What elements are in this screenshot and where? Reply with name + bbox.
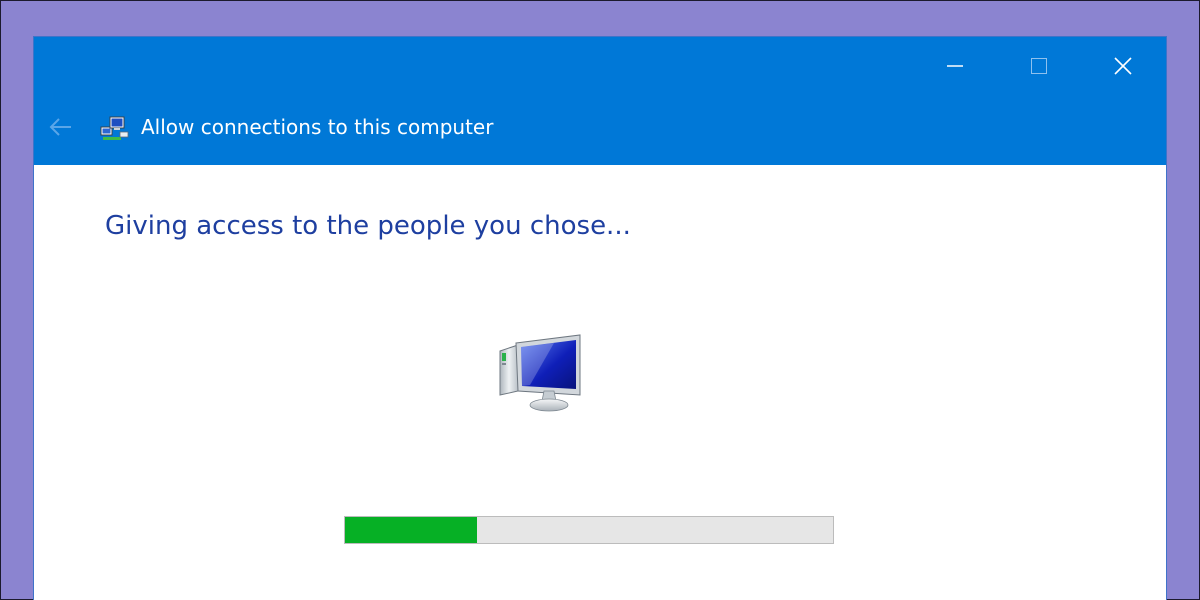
- back-arrow-icon: [49, 118, 71, 136]
- progress-bar: [344, 516, 834, 544]
- minimize-button[interactable]: [913, 37, 997, 95]
- close-button[interactable]: [1081, 37, 1165, 95]
- network-computers-icon: [100, 116, 129, 140]
- content-area: Giving access to the people you chose...: [34, 165, 1166, 600]
- dialog-window: Allow connections to this computer Givin…: [34, 37, 1166, 600]
- minimize-icon: [947, 65, 963, 67]
- title-bar: Allow connections to this computer: [34, 37, 1166, 165]
- maximize-button[interactable]: [997, 37, 1081, 95]
- progress-fill: [345, 517, 477, 543]
- computer-icon: [499, 334, 581, 412]
- close-icon: [1114, 57, 1132, 75]
- page-heading: Giving access to the people you chose...: [105, 211, 631, 241]
- maximize-icon: [1031, 58, 1047, 74]
- window-title: Allow connections to this computer: [141, 115, 494, 139]
- back-button[interactable]: [44, 112, 78, 142]
